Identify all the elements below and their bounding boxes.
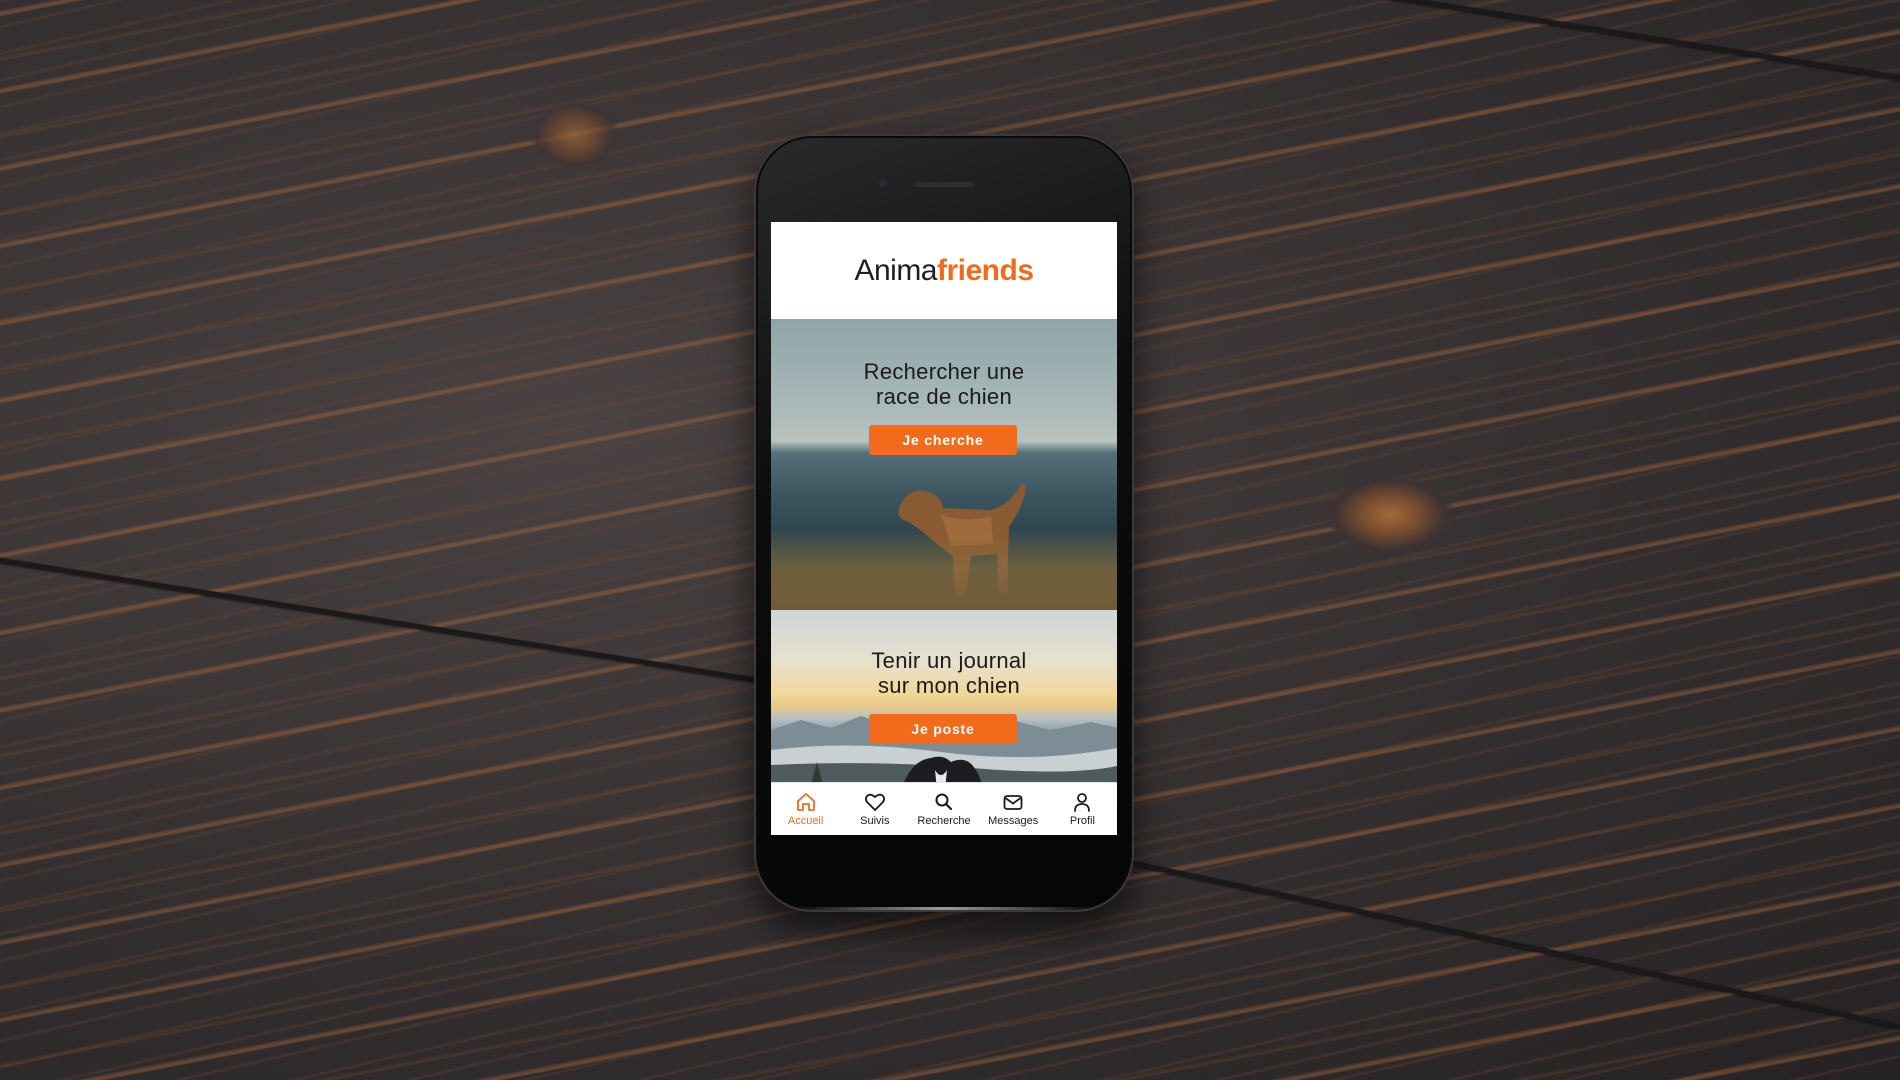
app-header: Animafriends xyxy=(771,222,1117,319)
earpiece-speaker xyxy=(914,182,974,187)
nav-label: Suivis xyxy=(860,814,890,827)
phone-edge-highlight xyxy=(794,907,1094,910)
app-screen: Animafriends Rechercher une race de chie… xyxy=(771,222,1117,835)
wood-knot xyxy=(1325,475,1455,555)
smartphone: Animafriends Rechercher une race de chie… xyxy=(754,134,1134,912)
card-title-line: Tenir un journal xyxy=(871,648,1027,673)
grass-foreground xyxy=(771,530,1117,610)
front-camera xyxy=(879,179,887,187)
card-title: Rechercher une race de chien xyxy=(771,359,1117,409)
search-breed-button[interactable]: Je cherche xyxy=(869,425,1017,455)
plank-seam xyxy=(1299,0,1900,111)
card-title-line: sur mon chien xyxy=(877,673,1021,698)
user-icon xyxy=(1071,792,1093,812)
card-title: Tenir un journal sur mon chien xyxy=(781,648,1117,698)
app-logo: Animafriends xyxy=(854,253,1034,288)
logo-text-anima: Anima xyxy=(854,253,937,287)
nav-label: Profil xyxy=(1069,814,1095,827)
heart-icon xyxy=(864,792,886,812)
dog-photo xyxy=(902,756,983,785)
search-icon xyxy=(933,792,955,812)
nav-item-profil[interactable]: Profil xyxy=(1048,783,1117,835)
nav-item-recherche[interactable]: Recherche xyxy=(909,783,978,835)
plank-seam xyxy=(0,545,809,691)
card-title-line: race de chien xyxy=(876,384,1012,409)
home-icon xyxy=(795,792,817,812)
plank-seam xyxy=(1128,860,1900,1053)
logo-text-friends: friends xyxy=(937,253,1034,287)
nav-item-messages[interactable]: Messages xyxy=(979,783,1048,835)
post-journal-button[interactable]: Je poste xyxy=(869,714,1017,744)
nav-item-suivis[interactable]: Suivis xyxy=(840,783,909,835)
nav-label: Accueil xyxy=(787,814,824,827)
bottom-navigation: Accueil Suivis Recherche Messages Profil xyxy=(771,782,1117,835)
nav-label: Messages xyxy=(988,814,1039,827)
nav-label: Recherche xyxy=(917,814,971,827)
nav-item-accueil[interactable]: Accueil xyxy=(771,783,840,835)
journal-card: Tenir un journal sur mon chien Je poste xyxy=(771,610,1117,785)
breed-search-card: Rechercher une race de chien Je cherche xyxy=(771,319,1117,610)
wood-knot xyxy=(530,100,620,170)
mail-icon xyxy=(1002,792,1024,812)
card-title-line: Rechercher une xyxy=(863,359,1025,384)
